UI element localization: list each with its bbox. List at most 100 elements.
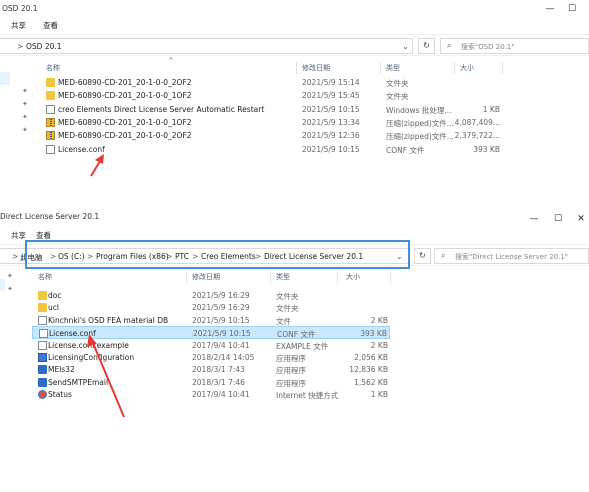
nav-selected-item[interactable] bbox=[0, 72, 10, 85]
file-date: 2021/5/9 10:15 bbox=[302, 104, 360, 114]
nav-selected-item[interactable] bbox=[0, 279, 5, 291]
file-name: ucl bbox=[48, 303, 59, 313]
file-row[interactable]: doc 2021/5/9 16:29 文件夹 bbox=[32, 289, 390, 302]
search-icon: ⌕ bbox=[447, 41, 452, 50]
file-date: 2017/9/4 10:41 bbox=[192, 390, 250, 400]
document-icon bbox=[46, 144, 55, 154]
file-size: 393 KB bbox=[473, 144, 500, 154]
close-button[interactable]: ✕ bbox=[570, 212, 589, 226]
file-name: MED-60890-CD-201_20-1-0-0_1OF2 bbox=[58, 117, 192, 127]
file-name: License.conf bbox=[58, 144, 105, 154]
file-date: 2018/3/1 7:43 bbox=[192, 365, 245, 375]
file-row[interactable]: License.conf.example 2017/9/4 10:41 EXAMPL… bbox=[32, 339, 390, 352]
file-type: 应用程序 bbox=[276, 354, 306, 363]
file-date: 2021/5/9 13:34 bbox=[302, 117, 360, 127]
file-row[interactable]: License.conf 2021/5/9 10:15 CONF 文件 393 KB bbox=[40, 143, 510, 156]
pin-icon[interactable]: ✦ bbox=[22, 126, 28, 134]
file-name: MED-60890-CD-201_20-1-0-0_1OF2 bbox=[58, 91, 192, 101]
pin-icon[interactable]: ✦ bbox=[22, 100, 28, 108]
zip-icon bbox=[46, 117, 55, 127]
refresh-button[interactable]: ↻ bbox=[418, 38, 435, 54]
document-icon bbox=[39, 329, 48, 339]
file-row[interactable]: MEls32 2018/3/1 7:43 应用程序 12,836 KB bbox=[32, 363, 390, 376]
file-date: 2021/5/9 15:14 bbox=[302, 78, 360, 87]
window-title: OSD 20.1 bbox=[2, 4, 38, 13]
file-name: Status bbox=[48, 390, 72, 400]
file-row[interactable]: LicensingConfiguration 2018/2/14 14:05 应用程… bbox=[32, 351, 390, 364]
search-input[interactable]: ⌕ 搜索"Direct License Server 20.1" bbox=[434, 248, 589, 264]
folder-icon bbox=[46, 91, 55, 101]
sort-indicator-icon: ^ bbox=[168, 57, 174, 65]
title-bar: OSD 20.1 — ☐ bbox=[0, 0, 589, 17]
file-size: 1,562 KB bbox=[354, 377, 388, 387]
zip-icon bbox=[46, 131, 55, 141]
pin-icon[interactable]: ✦ bbox=[22, 87, 28, 95]
window-title: Direct License Server 20.1 bbox=[0, 212, 100, 221]
refresh-button[interactable]: ↻ bbox=[414, 248, 431, 264]
pin-icon[interactable]: ✦ bbox=[22, 113, 28, 121]
breadcrumb-separator: > bbox=[12, 252, 19, 261]
file-row[interactable]: MED-60890-CD-201_20-1-0-0_1OF2 2021/5/9 1… bbox=[40, 116, 510, 129]
address-bar[interactable]: > OSD 20.1 ⌄ bbox=[0, 38, 413, 54]
file-size: 2,056 KB bbox=[354, 353, 388, 362]
file-name: Kinchnki's OSD FEA material DB bbox=[48, 315, 169, 325]
pin-icon[interactable]: ✦ bbox=[7, 285, 13, 293]
file-size: 4,087,409... bbox=[454, 117, 500, 127]
file-size: 1 KB bbox=[370, 390, 388, 400]
status-icon bbox=[38, 390, 47, 400]
tab-share[interactable]: 共享 bbox=[11, 20, 26, 31]
file-date: 2021/5/9 12:36 bbox=[302, 131, 360, 141]
file-row[interactable]: SendSMTPEmail 2018/3/1 7:46 应用程序 1,562 KB bbox=[32, 376, 390, 389]
column-size[interactable]: 大小 bbox=[460, 63, 474, 73]
column-type[interactable]: 类型 bbox=[276, 272, 290, 282]
tab-share[interactable]: 共享 bbox=[11, 230, 26, 241]
file-size: 12,836 KB bbox=[349, 365, 388, 375]
file-type: 压缩(zipped)文件... bbox=[386, 118, 454, 128]
file-type: EXAMPLE 文件 bbox=[276, 341, 329, 351]
file-type: 应用程序 bbox=[276, 366, 306, 376]
file-date: 2021/5/9 15:45 bbox=[302, 91, 360, 101]
breadcrumb-separator: > bbox=[17, 42, 24, 51]
title-bar: Direct License Server 20.1 — ☐ ✕ bbox=[0, 208, 589, 225]
search-icon: ⌕ bbox=[441, 251, 446, 260]
file-row[interactable]: License.conf 2021/5/9 10:15 CONF 文件 393 KB bbox=[32, 326, 390, 339]
ribbon-tabs: 共享 查看 bbox=[0, 17, 589, 33]
column-type[interactable]: 类型 bbox=[386, 63, 400, 73]
window-gap bbox=[0, 196, 589, 208]
minimize-button[interactable]: — bbox=[539, 2, 561, 16]
file-row[interactable]: ucl 2021/5/9 16:29 文件夹 bbox=[32, 301, 390, 314]
file-type: 文件夹 bbox=[386, 79, 409, 88]
maximize-button[interactable]: ☐ bbox=[547, 212, 569, 226]
column-size[interactable]: 大小 bbox=[346, 272, 360, 282]
file-row[interactable]: Status 2017/9/4 10:41 Internet 快捷方式 1 KB bbox=[32, 388, 390, 401]
file-row[interactable]: MED-60890-CD-201_20-1-0-0_1OF2 2021/5/9 1… bbox=[40, 89, 510, 102]
file-date: 2018/2/14 14:05 bbox=[192, 353, 255, 362]
column-name[interactable]: 名称 bbox=[38, 272, 52, 282]
tab-view[interactable]: 查看 bbox=[43, 20, 58, 31]
column-name[interactable]: 名称 bbox=[46, 63, 60, 73]
folder-icon bbox=[46, 78, 55, 87]
column-headers: 名称 ^ 修改日期 类型 大小 bbox=[40, 57, 589, 74]
file-name: MED-60890-CD-201_20-1-0-0_2OF2 bbox=[58, 131, 192, 141]
pin-icon[interactable]: ✦ bbox=[7, 272, 13, 280]
file-row[interactable]: Kinchnki's OSD FEA material DB 2021/5/9 1… bbox=[32, 314, 390, 327]
file-row[interactable]: MED-60890-CD-201_20-1-0-0_2OF2 2021/5/9 1… bbox=[40, 76, 510, 89]
file-size: 393 KB bbox=[360, 329, 387, 339]
file-size: 2,379,722... bbox=[454, 131, 500, 141]
file-type: 文件 bbox=[276, 316, 291, 326]
file-name: License.conf bbox=[49, 329, 96, 339]
search-input[interactable]: ⌕ 搜索"OSD 20.1" bbox=[440, 38, 589, 54]
file-size: 2 KB bbox=[370, 315, 388, 325]
chevron-down-icon[interactable]: ⌄ bbox=[402, 42, 409, 51]
file-size: 1 KB bbox=[482, 104, 500, 114]
folder-icon bbox=[38, 291, 47, 300]
file-name: SendSMTPEmail bbox=[48, 377, 109, 387]
column-date[interactable]: 修改日期 bbox=[192, 272, 220, 282]
maximize-button[interactable]: ☐ bbox=[561, 2, 583, 16]
file-row[interactable]: MED-60890-CD-201_20-1-0-0_2OF2 2021/5/9 1… bbox=[40, 129, 510, 142]
column-date[interactable]: 修改日期 bbox=[302, 63, 330, 73]
file-date: 2021/5/9 10:15 bbox=[192, 315, 250, 325]
minimize-button[interactable]: — bbox=[523, 212, 545, 226]
breadcrumb-osd[interactable]: OSD 20.1 bbox=[26, 42, 62, 51]
file-row[interactable]: creo Elements Direct License Server Auto… bbox=[40, 103, 510, 116]
